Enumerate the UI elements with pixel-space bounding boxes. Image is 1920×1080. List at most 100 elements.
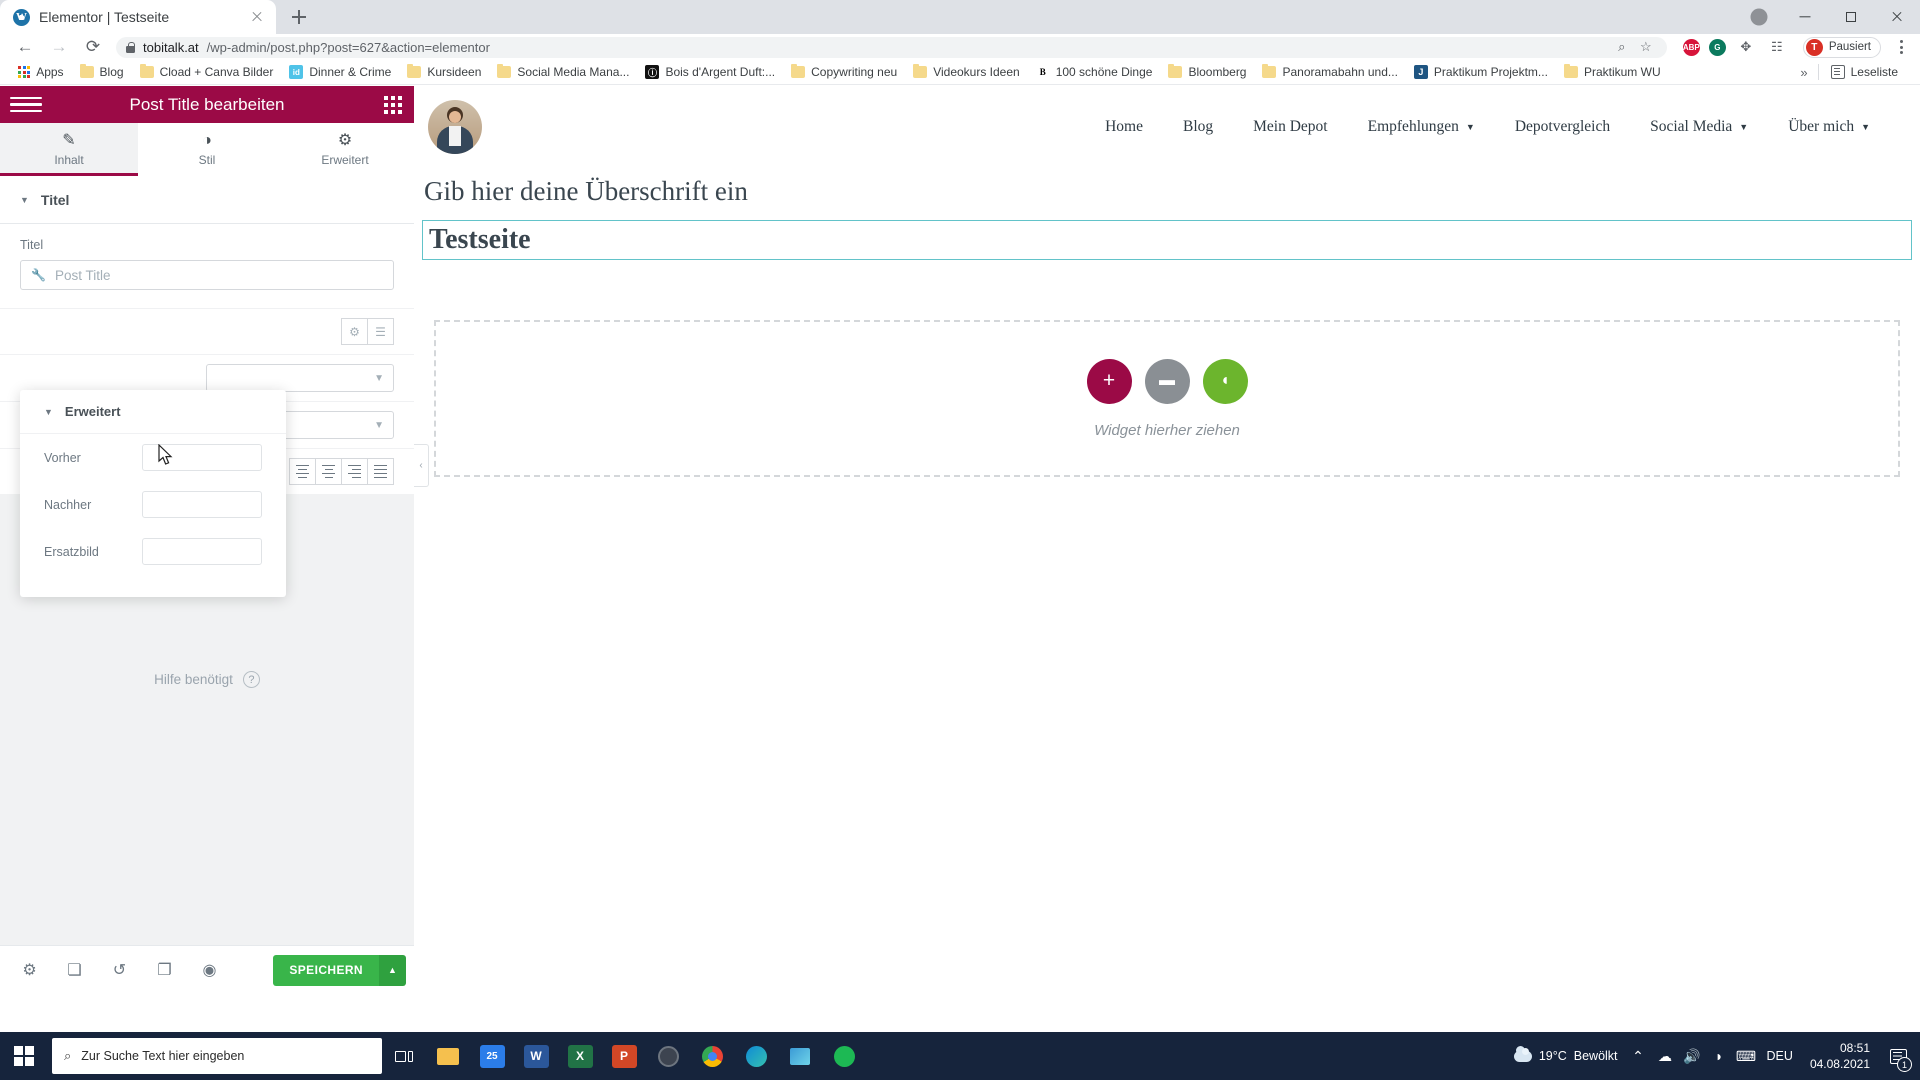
- word-icon[interactable]: W: [514, 1032, 558, 1080]
- menu-item-mein-depot[interactable]: Mein Depot: [1233, 118, 1347, 136]
- bookmark-bois-dargent[interactable]: ⓘ Bois d'Argent Duft:...: [637, 62, 783, 83]
- notification-icon[interactable]: 1: [1880, 1032, 1916, 1080]
- bookmark-social-media-mana[interactable]: Social Media Mana...: [489, 62, 637, 83]
- hamburger-icon[interactable]: [10, 96, 42, 113]
- network-icon[interactable]: ◗: [1706, 1032, 1733, 1080]
- excel-icon[interactable]: X: [558, 1032, 602, 1080]
- tab-close-icon[interactable]: [248, 8, 266, 26]
- reading-list-button[interactable]: Leseliste: [1823, 62, 1906, 83]
- maximize-window-button[interactable]: [1828, 0, 1874, 34]
- photos-icon[interactable]: [778, 1032, 822, 1080]
- reload-icon[interactable]: ⟳: [76, 34, 110, 60]
- tab-inhalt[interactable]: ✎ Inhalt: [0, 123, 138, 176]
- popover-header[interactable]: ▼ Erweitert: [20, 390, 286, 434]
- align-right-icon[interactable]: [341, 458, 368, 485]
- bookmark-dinner-crime[interactable]: id Dinner & Crime: [281, 62, 399, 83]
- bookmark-videokurs-ideen[interactable]: Videokurs Ideen: [905, 62, 1028, 83]
- history-icon[interactable]: ↺: [98, 946, 141, 995]
- help-needed[interactable]: Hilfe benötigt ?: [0, 671, 414, 688]
- navigator-layers-icon[interactable]: ❏: [53, 946, 96, 995]
- powerpoint-icon[interactable]: P: [602, 1032, 646, 1080]
- calendar-icon[interactable]: 25: [470, 1032, 514, 1080]
- grammarly-icon[interactable]: G: [1708, 38, 1726, 56]
- taskbar-search-input[interactable]: ⌕ Zur Suche Text hier eingeben: [52, 1038, 382, 1074]
- minimize-window-button[interactable]: [1782, 0, 1828, 34]
- add-section-button[interactable]: +: [1086, 358, 1132, 404]
- panel-collapse-handle[interactable]: ‹: [414, 444, 429, 487]
- settings-gear-icon[interactable]: ⚙: [8, 946, 51, 995]
- widgets-grid-icon[interactable]: [384, 95, 402, 114]
- tab-erweitert[interactable]: ⚙ Erweitert: [276, 123, 414, 176]
- list-icon[interactable]: ☰: [367, 318, 394, 345]
- ersatzbild-input[interactable]: [142, 538, 262, 565]
- bookmark-kursideen[interactable]: Kursideen: [399, 62, 489, 83]
- bookmark-blog[interactable]: Blog: [72, 62, 132, 83]
- bookmark-copywriting-neu[interactable]: Copywriting neu: [783, 62, 905, 83]
- file-explorer-icon[interactable]: [426, 1032, 470, 1080]
- add-template-button[interactable]: ▬: [1144, 358, 1190, 404]
- edge-icon[interactable]: [734, 1032, 778, 1080]
- gear-icon[interactable]: ⚙: [341, 318, 368, 345]
- forward-icon[interactable]: →: [42, 34, 76, 60]
- show-hidden-icons-chevron[interactable]: ⌃: [1625, 1032, 1652, 1080]
- question-mark-icon[interactable]: ?: [242, 671, 260, 688]
- save-button[interactable]: SPEICHERN: [273, 954, 379, 986]
- align-left-icon[interactable]: [289, 458, 316, 485]
- profile-chip[interactable]: T Pausiert: [1802, 36, 1881, 58]
- menu-item-blog[interactable]: Blog: [1163, 118, 1233, 136]
- kebab-menu-icon[interactable]: [1890, 40, 1912, 54]
- preview-eye-icon[interactable]: ◉: [188, 946, 231, 995]
- bookmark-praktikum-projektm[interactable]: J Praktikum Projektm...: [1406, 62, 1556, 83]
- menu-item-empfehlungen[interactable]: Empfehlungen ▼: [1348, 118, 1495, 136]
- align-center-icon[interactable]: [315, 458, 342, 485]
- widget-dropzone[interactable]: + ▬ ◖ Widget hierher ziehen: [434, 320, 1900, 477]
- list-icon[interactable]: ☷: [1766, 37, 1788, 58]
- volume-icon[interactable]: 🔊: [1679, 1032, 1706, 1080]
- bookmark-apps[interactable]: Apps: [10, 62, 72, 83]
- onedrive-icon[interactable]: ☁: [1652, 1032, 1679, 1080]
- spotify-icon[interactable]: [822, 1032, 866, 1080]
- bookmark-praktikum-wu[interactable]: Praktikum WU: [1556, 62, 1669, 83]
- camera-icon[interactable]: [646, 1032, 690, 1080]
- weather-widget[interactable]: 19°C Bewölkt: [1507, 1045, 1625, 1063]
- nachher-input[interactable]: [142, 491, 262, 518]
- menu-item-social-media[interactable]: Social Media ▼: [1630, 118, 1768, 136]
- new-tab-button[interactable]: [284, 2, 314, 32]
- zoom-icon[interactable]: ⌕: [1611, 37, 1633, 58]
- align-justify-icon[interactable]: [367, 458, 394, 485]
- post-title-widget[interactable]: Testseite: [422, 220, 1912, 260]
- close-window-button[interactable]: [1874, 0, 1920, 34]
- windows-start-icon[interactable]: [0, 1032, 48, 1080]
- chrome-icon[interactable]: [690, 1032, 734, 1080]
- back-icon[interactable]: ←: [8, 34, 42, 60]
- keyboard-icon[interactable]: ⌨: [1733, 1032, 1760, 1080]
- menu-item-ueber-mich[interactable]: Über mich ▼: [1768, 118, 1890, 136]
- section-header-titel[interactable]: ▼ Titel: [0, 176, 414, 224]
- clock[interactable]: 08:51 04.08.2021: [1800, 1040, 1880, 1072]
- save-options-caret-icon[interactable]: ▲: [379, 954, 406, 986]
- puzzle-icon[interactable]: ✥: [1735, 37, 1757, 58]
- bookmark-100-schoene-dinge[interactable]: B 100 schöne Dinge: [1028, 62, 1161, 83]
- adblock-plus-icon[interactable]: ABP: [1682, 38, 1700, 56]
- bookmark-bloomberg[interactable]: Bloomberg: [1160, 62, 1254, 83]
- popover-title: Erweitert: [64, 404, 121, 419]
- task-view-icon[interactable]: [382, 1032, 426, 1080]
- wrench-icon[interactable]: 🔧: [31, 268, 46, 282]
- preview-heading[interactable]: Gib hier deine Überschrift ein: [414, 164, 1920, 207]
- extension-circle-icon[interactable]: [1736, 0, 1782, 34]
- add-leaf-button[interactable]: ◖: [1202, 358, 1248, 404]
- responsive-mode-icon[interactable]: ❐: [143, 946, 186, 995]
- menu-item-depotvergleich[interactable]: Depotvergleich: [1495, 118, 1630, 136]
- bookmarks-overflow-icon[interactable]: »: [1794, 65, 1813, 80]
- star-icon[interactable]: ☆: [1635, 37, 1657, 58]
- bookmark-cload-canva[interactable]: Cload + Canva Bilder: [132, 62, 282, 83]
- language-indicator[interactable]: DEU: [1760, 1049, 1800, 1063]
- browser-tab[interactable]: W Elementor | Testseite: [0, 0, 276, 34]
- bookmark-label: Social Media Mana...: [517, 65, 630, 79]
- tab-stil[interactable]: ◑ Stil: [138, 123, 276, 176]
- select-dropdown[interactable]: ▼: [206, 364, 394, 392]
- bookmark-panoramabahn[interactable]: Panoramabahn und...: [1254, 62, 1405, 83]
- menu-item-home[interactable]: Home: [1085, 118, 1163, 136]
- title-input[interactable]: 🔧 Post Title: [20, 260, 394, 290]
- address-bar[interactable]: tobitalk.at/wp-admin/post.php?post=627&a…: [116, 36, 1667, 58]
